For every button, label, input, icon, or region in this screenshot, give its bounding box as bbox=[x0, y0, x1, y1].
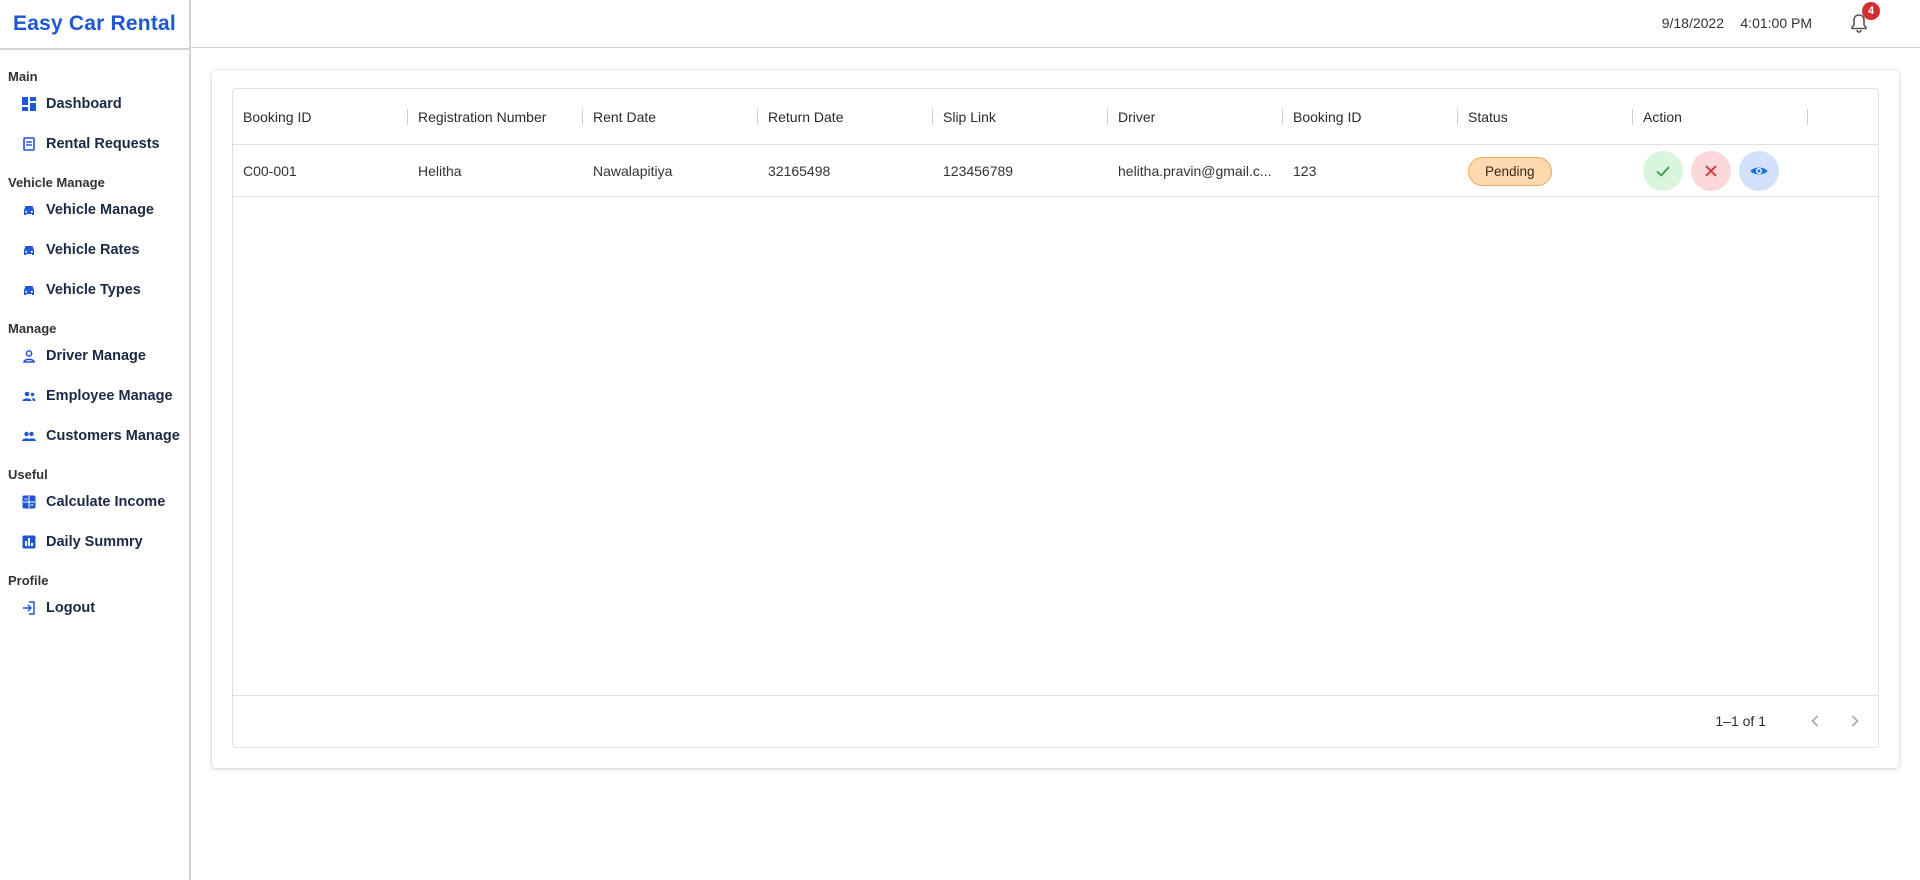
people-icon bbox=[22, 389, 36, 403]
dashboard-icon bbox=[22, 97, 36, 111]
column-header-slip-link[interactable]: Slip Link bbox=[933, 89, 1108, 145]
sidebar-item-customers-manage[interactable]: Customers Manage bbox=[0, 416, 189, 456]
cell-action bbox=[1633, 145, 1808, 197]
sidebar-item-vehicle-manage[interactable]: Vehicle Manage bbox=[0, 190, 189, 230]
sidebar-item-vehicle-types[interactable]: Vehicle Types bbox=[0, 270, 189, 310]
table-header: Booking ID Registration Number Rent Date… bbox=[233, 89, 1878, 145]
section-title-vehicle-manage: Vehicle Manage bbox=[8, 175, 105, 190]
cell-return-date: 32165498 bbox=[768, 163, 831, 179]
calculator-icon bbox=[22, 495, 36, 509]
section-title-manage: Manage bbox=[8, 321, 57, 336]
top-bar: 9/18/2022 4:01:00 PM 4 bbox=[191, 0, 1920, 48]
check-icon bbox=[1656, 166, 1670, 177]
notification-badge: 4 bbox=[1862, 2, 1880, 20]
person-icon bbox=[22, 349, 36, 363]
app-title: Easy Car Rental bbox=[13, 12, 176, 35]
bookings-card: Booking ID Registration Number Rent Date… bbox=[212, 70, 1899, 768]
cell-booking-id: C00-001 bbox=[243, 163, 297, 179]
approve-button[interactable] bbox=[1643, 151, 1683, 191]
bookings-table: Booking ID Registration Number Rent Date… bbox=[232, 88, 1879, 748]
column-header-booking-id[interactable]: Booking ID bbox=[233, 89, 408, 145]
sidebar-item-label: Vehicle Rates bbox=[46, 242, 140, 258]
reject-button[interactable] bbox=[1691, 151, 1731, 191]
sidebar: Easy Car Rental Main Dashboard Rental Re… bbox=[0, 0, 191, 880]
car-icon bbox=[22, 243, 36, 257]
column-header-return-date[interactable]: Return Date bbox=[758, 89, 933, 145]
column-header-rent-date[interactable]: Rent Date bbox=[583, 89, 758, 145]
pagination-label: 1–1 of 1 bbox=[1715, 713, 1766, 729]
request-icon bbox=[22, 137, 36, 151]
sidebar-item-rental-requests[interactable]: Rental Requests bbox=[0, 124, 189, 164]
sidebar-item-vehicle-rates[interactable]: Vehicle Rates bbox=[0, 230, 189, 270]
close-icon bbox=[1705, 165, 1717, 177]
sidebar-item-label: Vehicle Manage bbox=[46, 202, 154, 218]
sidebar-item-label: Daily Summry bbox=[46, 534, 143, 550]
group-icon bbox=[22, 429, 36, 443]
sidebar-item-label: Rental Requests bbox=[46, 136, 160, 152]
chevron-right-icon[interactable] bbox=[1844, 710, 1866, 732]
eye-icon bbox=[1750, 167, 1768, 175]
column-header-driver[interactable]: Driver bbox=[1108, 89, 1283, 145]
current-time: 4:01:00 PM bbox=[1740, 15, 1812, 31]
column-header-action[interactable]: Action bbox=[1633, 89, 1808, 145]
cell-driver: helitha.pravin@gmail.c... bbox=[1108, 145, 1283, 197]
column-header-booking-id-2[interactable]: Booking ID bbox=[1283, 89, 1458, 145]
sidebar-item-calculate-income[interactable]: Calculate Income bbox=[0, 482, 189, 522]
sidebar-item-employee-manage[interactable]: Employee Manage bbox=[0, 376, 189, 416]
logout-icon bbox=[22, 601, 36, 615]
car-icon bbox=[22, 283, 36, 297]
cell-registration: Helitha bbox=[418, 163, 462, 179]
sidebar-item-label: Logout bbox=[46, 600, 96, 616]
sidebar-item-label: Vehicle Types bbox=[46, 282, 141, 298]
status-badge: Pending bbox=[1468, 156, 1552, 186]
chevron-left-icon[interactable] bbox=[1804, 710, 1826, 732]
sidebar-item-logout[interactable]: Logout bbox=[0, 588, 189, 628]
cell-slip-link: 123456789 bbox=[943, 163, 1014, 179]
cell-rent-date: Nawalapitiya bbox=[593, 163, 673, 179]
sidebar-item-label: Driver Manage bbox=[46, 348, 146, 364]
sidebar-item-label: Customers Manage bbox=[46, 428, 180, 444]
sidebar-item-label: Calculate Income bbox=[46, 494, 166, 510]
cell-status: Pending bbox=[1458, 145, 1633, 197]
table-row[interactable]: C00-001 Helitha Nawalapitiya 32165498 12… bbox=[233, 145, 1878, 197]
sidebar-item-label: Dashboard bbox=[46, 96, 122, 112]
section-title-useful: Useful bbox=[8, 467, 48, 482]
view-button[interactable] bbox=[1739, 151, 1779, 191]
section-title-main: Main bbox=[8, 69, 38, 84]
sidebar-item-driver-manage[interactable]: Driver Manage bbox=[0, 336, 189, 376]
bar-chart-icon bbox=[22, 535, 36, 549]
sidebar-item-label: Employee Manage bbox=[46, 388, 173, 404]
brand: Easy Car Rental bbox=[0, 0, 189, 50]
table-footer: 1–1 of 1 bbox=[233, 695, 1878, 747]
driver-email: helitha.pravin@gmail.c... bbox=[1118, 163, 1272, 179]
sidebar-item-daily-summry[interactable]: Daily Summry bbox=[0, 522, 189, 562]
column-header-registration-number[interactable]: Registration Number bbox=[408, 89, 583, 145]
sidebar-item-dashboard[interactable]: Dashboard bbox=[0, 84, 189, 124]
section-title-profile: Profile bbox=[8, 573, 49, 588]
current-date: 9/18/2022 bbox=[1661, 15, 1724, 31]
column-header-status[interactable]: Status bbox=[1458, 89, 1633, 145]
car-icon bbox=[22, 203, 36, 217]
cell-booking-id-2: 123 bbox=[1293, 163, 1317, 179]
